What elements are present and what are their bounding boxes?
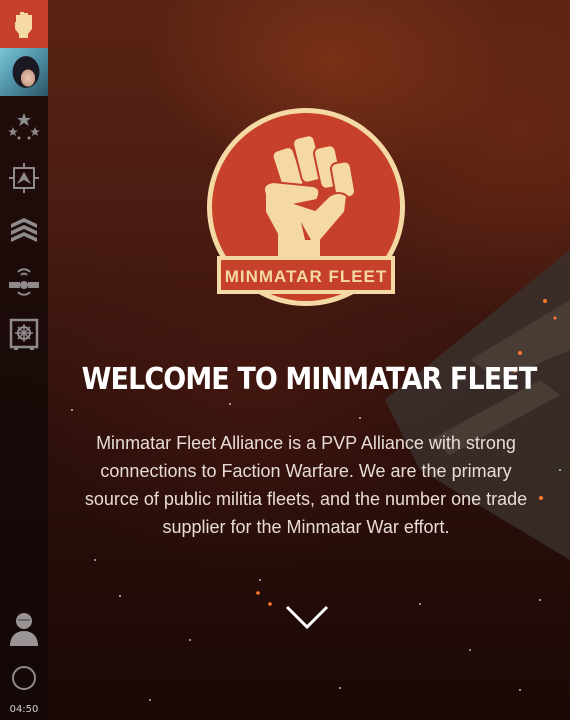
scroll-down-button[interactable] (284, 602, 330, 632)
sidebar: 04:50 (0, 0, 48, 720)
stars-icon (8, 113, 40, 140)
rank-stripes-icon (11, 218, 37, 242)
page-title: WELCOME TO MINMATAR FLEET (81, 362, 538, 397)
minmatar-fleet-logo: MINMATAR FLEET (207, 108, 405, 306)
sidebar-item-fleet[interactable] (0, 206, 48, 254)
sidebar-item-ranks[interactable] (0, 102, 48, 150)
sidebar-item-comms[interactable] (0, 258, 48, 306)
sidebar-item-character[interactable] (0, 48, 48, 96)
satellite-icon (9, 268, 39, 296)
sidebar-item-vault[interactable] (0, 310, 48, 358)
status-button[interactable] (0, 654, 48, 702)
logo-banner-text: MINMATAR FLEET (225, 267, 388, 286)
status-ring-icon (12, 666, 36, 690)
chevron-insignia-icon (9, 163, 39, 193)
sidebar-item-home[interactable] (0, 0, 48, 48)
chevron-down-icon (285, 605, 329, 630)
sidebar-item-insignia[interactable] (0, 154, 48, 202)
user-profile-button[interactable] (0, 604, 48, 652)
clock-time: 04:50 (9, 704, 39, 715)
hero-description: Minmatar Fleet Alliance is a PVP Allianc… (84, 433, 528, 537)
character-portrait (0, 48, 48, 96)
fist-icon (15, 12, 32, 38)
pilot-silhouette-icon (10, 613, 38, 646)
vault-icon (9, 318, 39, 350)
